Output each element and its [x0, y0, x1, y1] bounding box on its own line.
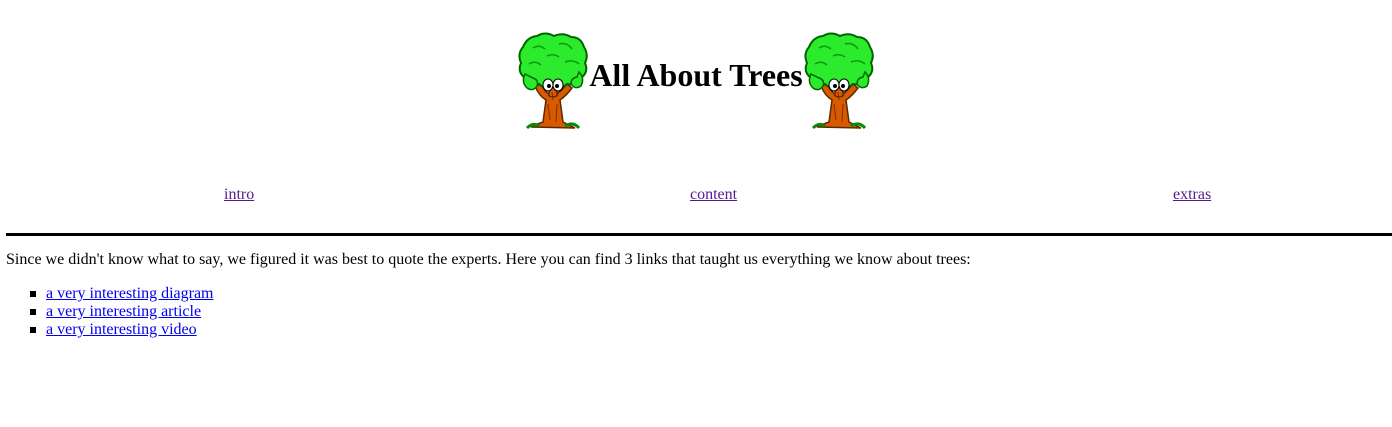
diagram-link[interactable]: a very interesting diagram: [46, 285, 214, 302]
nav-link-content[interactable]: content: [690, 186, 737, 204]
nav-link-extras[interactable]: extras: [1173, 186, 1211, 204]
page-header: All About Trees: [0, 30, 1392, 134]
square-bullet-icon: [30, 327, 36, 333]
list-item: a very interesting video: [6, 321, 214, 339]
video-link[interactable]: a very interesting video: [46, 321, 197, 338]
expert-links-list: a very interesting diagram a very intere…: [6, 285, 214, 339]
list-item: a very interesting diagram: [6, 285, 214, 303]
horizontal-divider: [6, 233, 1392, 236]
article-link[interactable]: a very interesting article: [46, 303, 201, 320]
page-title: All About Trees: [589, 57, 803, 93]
nav-bar: intro content extras: [6, 186, 1386, 206]
cartoon-tree-icon: [804, 32, 874, 130]
square-bullet-icon: [30, 309, 36, 315]
square-bullet-icon: [30, 291, 36, 297]
list-item: a very interesting article: [6, 303, 214, 321]
cartoon-tree-icon: [518, 32, 589, 130]
intro-paragraph: Since we didn't know what to say, we fig…: [6, 251, 971, 268]
page: All About Trees intro content extras Sin…: [0, 0, 1392, 427]
nav-link-intro[interactable]: intro: [224, 186, 254, 204]
